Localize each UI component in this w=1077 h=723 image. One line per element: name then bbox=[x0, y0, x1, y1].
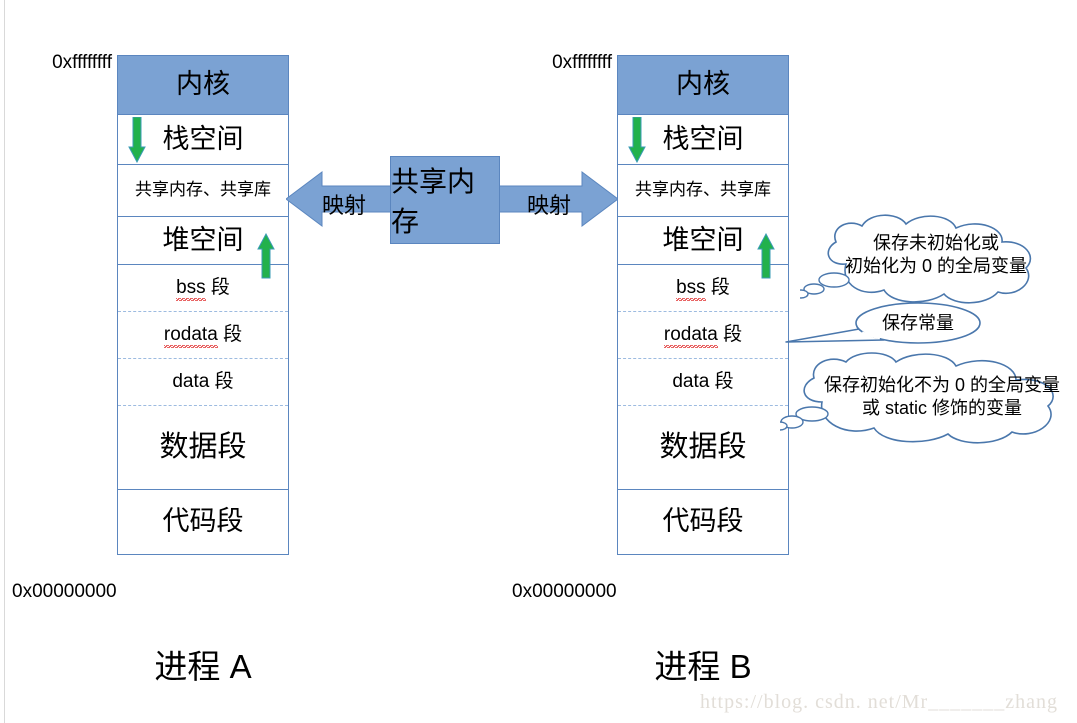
segment-data-a-name: data bbox=[172, 370, 210, 392]
callout-data-line2: 或 static 修饰的变量 bbox=[861, 398, 1022, 419]
segment-kernel-a[interactable]: 内核 bbox=[117, 55, 289, 115]
segment-bss-b-suffix: 段 bbox=[710, 276, 730, 298]
segment-heap-a-label: 堆空间 bbox=[162, 224, 244, 255]
segment-stack-b-label: 栈空间 bbox=[662, 123, 744, 154]
shared-memory-block-label: 共享内存 bbox=[391, 166, 476, 237]
segment-kernel-b-label: 内核 bbox=[676, 69, 730, 100]
address-label-bottom-a: 0x00000000 bbox=[12, 581, 117, 602]
segment-shared-memory-a[interactable]: 共享内存、共享库 bbox=[117, 165, 289, 217]
callout-bss-line2: 初始化为 0 的全局变量 bbox=[844, 256, 1027, 277]
callout-rodata-text: 保存常量 bbox=[858, 312, 978, 335]
segment-text-a[interactable]: 代码段 bbox=[117, 490, 289, 555]
segment-rodata-b-suffix: 段 bbox=[723, 323, 743, 345]
segment-bss-a[interactable]: bss 段 bbox=[118, 265, 288, 312]
segment-data-a[interactable]: data 段 bbox=[118, 359, 288, 406]
process-a-caption: 进程 A bbox=[154, 648, 252, 685]
page-left-rule bbox=[4, 0, 5, 723]
segment-rodata-a-suffix: 段 bbox=[223, 323, 243, 345]
segment-text-b[interactable]: 代码段 bbox=[617, 490, 789, 555]
segment-heap-a[interactable]: 堆空间 bbox=[117, 217, 289, 265]
callout-bss[interactable]: 保存未初始化或 初始化为 0 的全局变量 bbox=[800, 212, 1072, 310]
segment-data-segment-a[interactable]: 数据段 bbox=[118, 406, 288, 490]
address-label-top-b: 0xffffffff bbox=[552, 52, 612, 73]
segment-data-b[interactable]: data 段 bbox=[618, 359, 788, 406]
watermark: https://blog. csdn. net/Mr_______zhang bbox=[700, 691, 1058, 713]
shared-memory-block[interactable]: 共享内存 bbox=[390, 156, 500, 244]
callout-data-line1: 保存初始化不为 0 的全局变量 bbox=[823, 375, 1060, 395]
mapping-label-right: 映射 bbox=[527, 193, 572, 218]
callout-bss-line1: 保存未初始化或 bbox=[873, 233, 999, 253]
segment-bss-a-suffix: 段 bbox=[210, 276, 230, 298]
callout-rodata-line1: 保存常量 bbox=[882, 313, 954, 333]
callout-data[interactable]: 保存初始化不为 0 的全局变量 或 static 修饰的变量 bbox=[780, 352, 1077, 448]
segment-stack-a[interactable]: 栈空间 bbox=[117, 115, 289, 165]
callout-bss-text: 保存未初始化或 初始化为 0 的全局变量 bbox=[828, 232, 1044, 279]
segment-text-a-label: 代码段 bbox=[162, 506, 244, 537]
segment-heap-b-label: 堆空间 bbox=[662, 224, 744, 255]
segment-data-group-b[interactable]: bss 段 rodata 段 data 段 数据段 bbox=[617, 265, 789, 490]
segment-bss-b-name: bss bbox=[676, 276, 706, 302]
segment-rodata-a-name: rodata bbox=[163, 323, 218, 349]
segment-bss-b[interactable]: bss 段 bbox=[618, 265, 788, 312]
segment-data-b-suffix: 段 bbox=[714, 370, 734, 392]
address-label-bottom-b: 0x00000000 bbox=[512, 581, 617, 602]
segment-kernel-b[interactable]: 内核 bbox=[617, 55, 789, 115]
process-b-memory-map: 内核 栈空间 共享内存、共享库 堆空间 bss 段 rodata 段 data … bbox=[617, 55, 789, 555]
segment-rodata-b[interactable]: rodata 段 bbox=[618, 312, 788, 359]
segment-bss-a-name: bss bbox=[176, 276, 206, 302]
segment-data-a-suffix: 段 bbox=[214, 370, 234, 392]
segment-kernel-a-label: 内核 bbox=[176, 69, 230, 100]
segment-shared-memory-b[interactable]: 共享内存、共享库 bbox=[617, 165, 789, 217]
segment-data-group-a[interactable]: bss 段 rodata 段 data 段 数据段 bbox=[117, 265, 289, 490]
segment-stack-a-label: 栈空间 bbox=[162, 123, 244, 154]
callout-rodata[interactable]: 保存常量 bbox=[780, 300, 1000, 358]
segment-rodata-a[interactable]: rodata 段 bbox=[118, 312, 288, 359]
process-a-memory-map: 内核 栈空间 共享内存、共享库 堆空间 bss 段 rodata 段 data … bbox=[117, 55, 289, 555]
mapping-label-left: 映射 bbox=[322, 193, 367, 218]
segment-stack-b[interactable]: 栈空间 bbox=[617, 115, 789, 165]
callout-data-text: 保存初始化不为 0 的全局变量 或 static 修饰的变量 bbox=[808, 374, 1076, 421]
segment-data-segment-b-label: 数据段 bbox=[659, 431, 747, 464]
segment-shared-memory-b-label: 共享内存、共享库 bbox=[635, 180, 771, 200]
segment-heap-b[interactable]: 堆空间 bbox=[617, 217, 789, 265]
address-label-top-a: 0xffffffff bbox=[52, 52, 112, 73]
segment-text-b-label: 代码段 bbox=[662, 506, 744, 537]
segment-data-segment-b[interactable]: 数据段 bbox=[618, 406, 788, 490]
process-b-caption: 进程 B bbox=[654, 648, 752, 685]
segment-rodata-b-name: rodata bbox=[663, 323, 718, 349]
segment-data-segment-a-label: 数据段 bbox=[159, 431, 247, 464]
segment-data-b-name: data bbox=[672, 370, 710, 392]
segment-shared-memory-a-label: 共享内存、共享库 bbox=[135, 180, 271, 200]
